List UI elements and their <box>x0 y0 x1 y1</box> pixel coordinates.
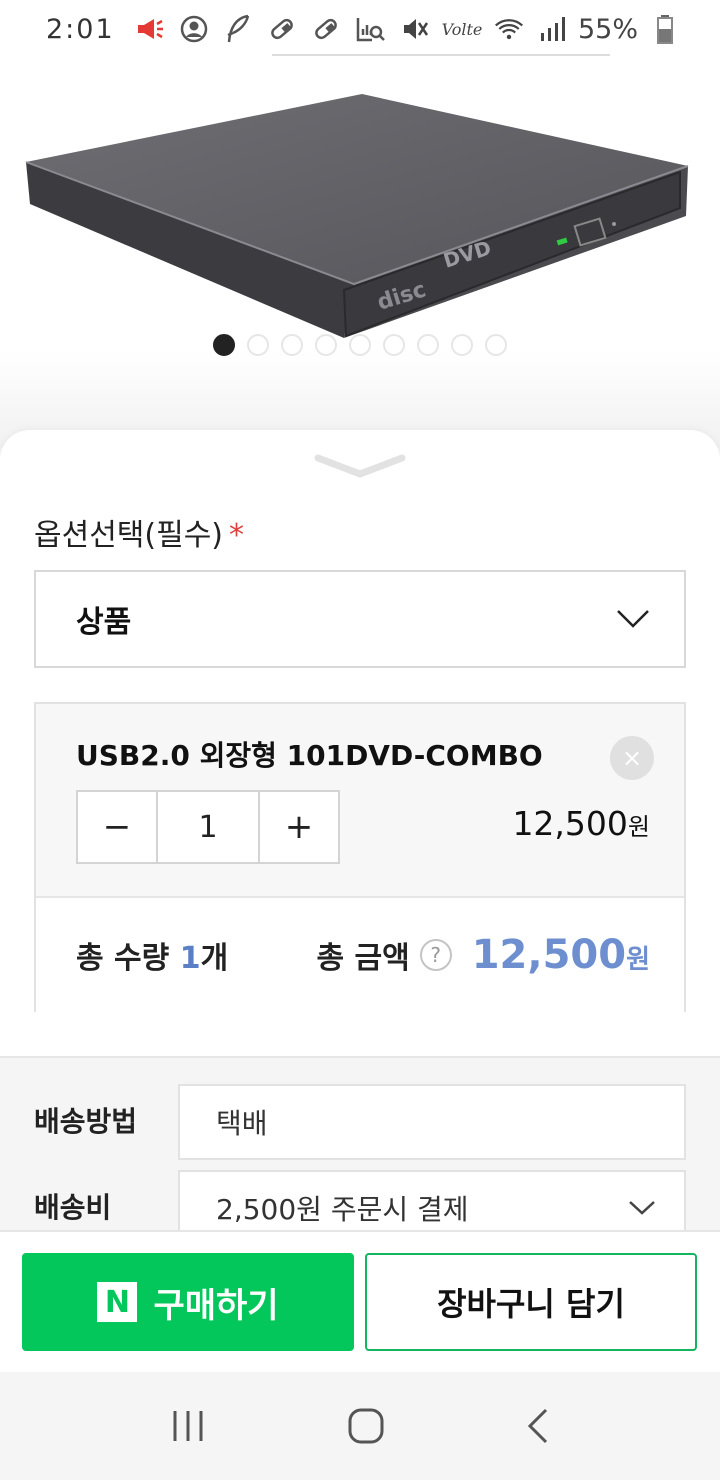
remove-item-button[interactable]: × <box>610 736 654 780</box>
buy-now-label: 구매하기 <box>153 1285 279 1326</box>
chevron-down-icon <box>617 610 649 628</box>
chevron-down-icon <box>629 1201 655 1215</box>
chart-search-icon <box>355 14 385 44</box>
pill-icon <box>267 14 297 44</box>
battery-icon <box>650 14 680 44</box>
add-to-cart-button[interactable]: 장바구니 담기 <box>365 1253 697 1351</box>
carousel-indicator <box>0 334 720 356</box>
volte-icon: Volte <box>441 19 483 39</box>
decrease-button[interactable]: − <box>78 792 156 862</box>
delivery-fee-value: 2,500원 주문시 결제 <box>216 1193 469 1226</box>
pill-icon <box>311 14 341 44</box>
carousel-dot[interactable] <box>213 334 235 356</box>
carousel-dot[interactable] <box>281 334 303 356</box>
collapse-chevron-icon[interactable] <box>310 452 410 482</box>
help-icon[interactable]: ? <box>419 939 452 971</box>
increase-button[interactable]: + <box>260 792 338 862</box>
mute-icon <box>400 14 430 44</box>
total-amount-label: 총 금액 <box>316 941 410 976</box>
total-quantity: 총 수량 1개 <box>76 933 228 977</box>
quantity-stepper: − 1 + <box>76 790 340 864</box>
carousel-dot[interactable] <box>349 334 371 356</box>
carousel-dot[interactable] <box>315 334 337 356</box>
delivery-method-value: 택배 <box>216 1107 268 1140</box>
quantity-field[interactable]: 1 <box>156 792 260 862</box>
item-price: 12,500원 <box>512 804 650 843</box>
total-quantity-label: 총 수량 <box>76 941 170 976</box>
total-amount-unit: 원 <box>626 945 650 975</box>
signal-icon <box>536 14 566 44</box>
account-circle-icon <box>179 14 209 44</box>
divider <box>272 54 610 56</box>
total-amount-value: 12,500 <box>471 932 627 978</box>
carousel-dot[interactable] <box>383 334 405 356</box>
carousel-dot[interactable] <box>247 334 269 356</box>
option-select[interactable]: 상품 <box>34 570 686 668</box>
action-bar: N 구매하기 장바구니 담기 <box>0 1230 720 1372</box>
back-icon[interactable] <box>526 1408 550 1444</box>
total-quantity-value: 1 <box>179 941 201 976</box>
option-label: 옵션선택(필수) <box>34 518 224 553</box>
option-selected-value: 상품 <box>76 605 132 640</box>
buy-now-button[interactable]: N 구매하기 <box>22 1253 354 1351</box>
carousel-dot[interactable] <box>417 334 439 356</box>
required-mark: * <box>229 518 245 553</box>
total-amount: 12,500원 <box>472 932 650 978</box>
system-icons: Volte 55% <box>400 14 680 45</box>
order-summary: 총 수량 1개 총 금액? 12,500원 <box>36 896 684 1012</box>
product-image-carousel[interactable]: DVD disc <box>0 54 720 448</box>
status-bar: 2:01 Volte 55% <box>0 0 720 58</box>
battery-percent: 55% <box>577 13 638 45</box>
delivery-section: 배송방법 택배 배송비 2,500원 주문시 결제 <box>0 1056 720 1246</box>
carousel-dot[interactable] <box>451 334 473 356</box>
selected-item: USB2.0 외장형 101DVD-COMBO × − 1 + 12,500원 … <box>34 702 686 1012</box>
delivery-fee-label: 배송비 <box>34 1191 112 1224</box>
item-name: USB2.0 외장형 101DVD-COMBO <box>76 739 543 772</box>
delivery-method-label: 배송방법 <box>34 1105 138 1138</box>
total-amount-label-group: 총 금액? <box>316 933 452 977</box>
home-icon[interactable] <box>347 1407 385 1445</box>
delivery-method-field: 택배 <box>178 1084 686 1160</box>
notification-icons <box>135 14 385 44</box>
product-photo: DVD disc <box>25 94 689 338</box>
option-title: 옵션선택(필수) * <box>34 510 244 554</box>
feather-icon <box>223 14 253 44</box>
recent-apps-icon[interactable] <box>170 1409 206 1443</box>
item-price-unit: 원 <box>627 813 650 841</box>
option-sheet: 옵션선택(필수) * 상품 USB2.0 외장형 101DVD-COMBO × −… <box>0 430 720 1246</box>
add-to-cart-label: 장바구니 담기 <box>437 1285 625 1323</box>
item-price-value: 12,500 <box>512 804 628 843</box>
system-nav-bar <box>0 1372 720 1480</box>
wifi-icon <box>494 14 524 44</box>
clock: 2:01 <box>46 13 115 45</box>
naver-pay-icon: N <box>97 1282 138 1322</box>
total-quantity-unit: 개 <box>200 941 229 976</box>
megaphone-icon <box>135 14 165 44</box>
carousel-dot[interactable] <box>485 334 507 356</box>
